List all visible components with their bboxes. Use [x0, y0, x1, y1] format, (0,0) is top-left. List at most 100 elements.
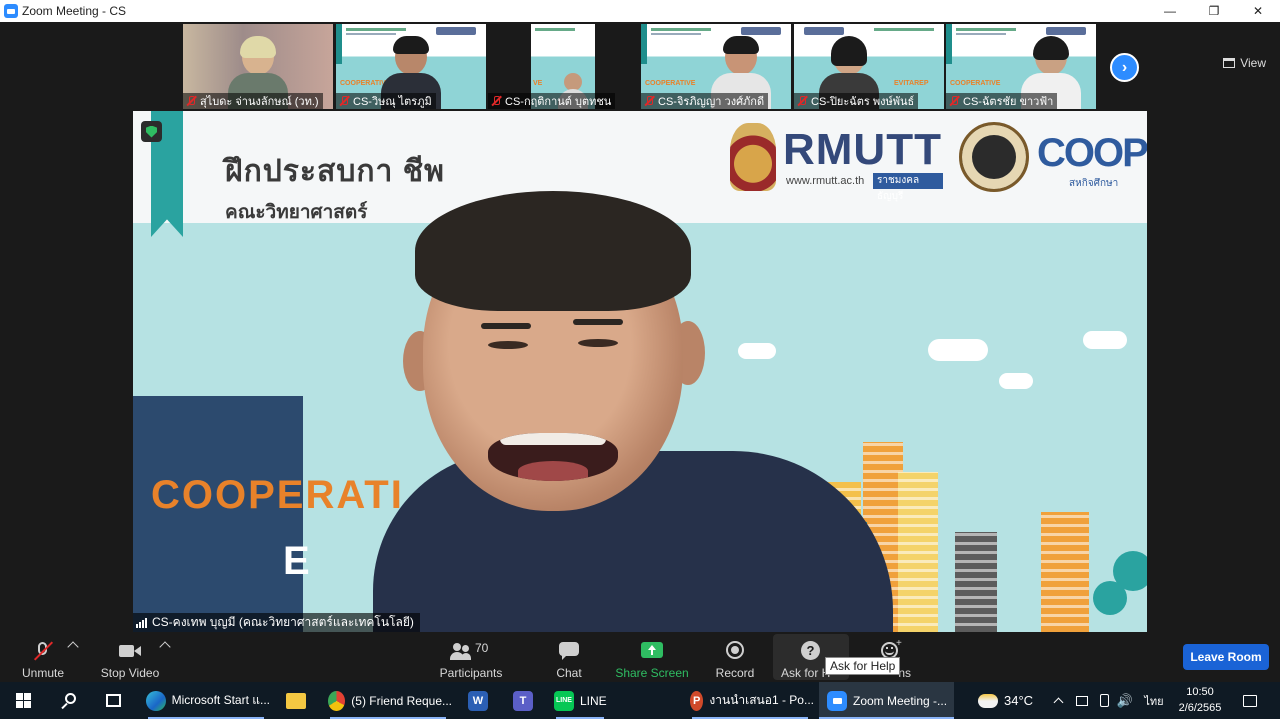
record-icon — [724, 641, 746, 661]
video-camera-icon — [119, 641, 141, 661]
taskbar-item-file-explorer[interactable] — [284, 682, 308, 719]
coop-logo: COOP — [1037, 131, 1147, 175]
word-icon: W — [468, 690, 488, 711]
muted-mic-icon — [796, 95, 808, 107]
taskbar-item-line[interactable]: LINE LINE — [550, 682, 610, 719]
active-speaker-video[interactable]: ฝึกประสบกา ชีพ คณะวิทยาศาสตร์ RMUTT www.… — [133, 111, 1147, 632]
help-question-icon: ? — [800, 641, 822, 661]
chrome-icon — [328, 690, 346, 711]
taskbar-item-word[interactable]: W — [466, 682, 490, 719]
participant-nameplate: CS-ปิยะฉัตร พงษ์พันธ์ — [794, 93, 919, 109]
slide-building — [1041, 512, 1089, 632]
teams-icon: T — [513, 690, 533, 711]
record-button[interactable]: Record — [714, 636, 756, 680]
participant-tile[interactable]: COOPERATIVE CS-จิรภิญญา วงศ์ภักดี — [641, 24, 791, 109]
slide-cloud — [999, 373, 1033, 389]
unmute-button[interactable]: Unmute — [20, 636, 66, 680]
windows-taskbar: Microsoft Start แ... (5) Friend Reque...… — [0, 682, 1280, 719]
taskbar-item-edge[interactable]: Microsoft Start แ... — [142, 682, 270, 719]
tray-overflow-button[interactable] — [1051, 682, 1065, 719]
muted-mic-icon — [643, 95, 655, 107]
participant-tile[interactable]: สุไบดะ จ่านงลักษณ์ (วท.) — [183, 24, 333, 109]
slide-building — [955, 532, 997, 632]
clock-time: 10:50 — [1186, 686, 1214, 698]
slide-subtitle: คณะวิทยาศาสตร์ — [225, 202, 368, 223]
minimize-icon: — — [1164, 4, 1176, 18]
window-title: Zoom Meeting - CS — [22, 4, 127, 18]
windows-start-icon — [15, 693, 31, 708]
speaker-volume-icon: 🔊 — [1116, 692, 1134, 708]
network-icon — [1076, 695, 1088, 706]
notification-icon — [1243, 694, 1257, 707]
participant-tile[interactable]: COOPERATIVE CS-วิษณุ ไตรภูมิ — [336, 24, 486, 109]
restore-icon: ❐ — [1208, 4, 1220, 18]
participants-icon: 70 — [449, 641, 493, 661]
share-screen-icon — [641, 641, 663, 661]
next-page-button[interactable]: › — [1110, 53, 1139, 82]
chevron-up-icon — [1053, 697, 1063, 708]
ask-for-help-tooltip: Ask for Help — [825, 657, 901, 675]
participant-nameplate: CS-วิษณุ ไตรภูมิ — [336, 93, 436, 109]
slide-tree — [1093, 581, 1127, 615]
participant-nameplate: สุไบดะ จ่านงลักษณ์ (วท.) — [183, 93, 323, 109]
signal-bars-icon — [136, 617, 148, 628]
zoom-window: Zoom Meeting - CS — ❐ ✕ สุไบดะ จ่านงลักษ… — [0, 0, 1280, 719]
title-bar: Zoom Meeting - CS — ❐ ✕ — [0, 0, 1280, 22]
taskbar-item-chrome[interactable]: (5) Friend Reque... — [324, 682, 452, 719]
tray-language[interactable]: ไทย — [1143, 682, 1165, 719]
folder-icon — [286, 692, 306, 709]
slide-building — [898, 472, 938, 632]
view-grid-icon — [1223, 58, 1236, 68]
tray-volume[interactable]: 🔊 — [1117, 682, 1133, 719]
weather-widget[interactable]: 34°C — [978, 682, 1040, 719]
zoom-app-icon — [4, 4, 18, 18]
slide-cloud — [1083, 331, 1127, 349]
view-button[interactable]: View — [1223, 56, 1266, 70]
edge-icon — [146, 690, 166, 711]
minimize-button[interactable]: — — [1148, 0, 1192, 22]
participant-tile[interactable]: EVITAREP CS-ปิยะฉัตร พงษ์พันธ์ — [794, 24, 944, 109]
leave-room-button[interactable]: Leave Room — [1183, 644, 1269, 670]
close-icon: ✕ — [1252, 4, 1264, 18]
stop-video-button[interactable]: Stop Video — [100, 636, 160, 680]
muted-mic-icon — [338, 95, 350, 107]
task-view-icon — [105, 694, 121, 707]
restore-button[interactable]: ❐ — [1192, 0, 1236, 22]
audio-options-caret[interactable] — [67, 641, 79, 653]
share-screen-button[interactable]: Share Screen — [615, 636, 689, 680]
taskbar-item-powerpoint[interactable]: P งานนำเสนอ1 - Po... — [686, 682, 814, 719]
tray-battery[interactable] — [1096, 682, 1112, 719]
taskbar-item-teams[interactable]: T — [511, 682, 535, 719]
powerpoint-icon: P — [690, 690, 704, 711]
participants-button[interactable]: 70 Participants — [440, 636, 503, 680]
participant-nameplate: CS-จิรภิญญา วงศ์ภักดี — [641, 93, 769, 109]
speaker-person — [353, 151, 893, 632]
taskbar-clock[interactable]: 10:50 2/6/2565 — [1170, 684, 1230, 716]
muted-mic-icon — [948, 95, 960, 107]
participant-tile[interactable]: VE CS-กฤติกานต์ บุตทชน — [488, 24, 638, 109]
taskbar-item-zoom[interactable]: Zoom Meeting -... — [819, 682, 954, 719]
chevron-right-icon: › — [1121, 58, 1128, 76]
slide-cloud — [928, 339, 988, 361]
participant-nameplate: CS-กฤติกานต์ บุตทชน — [488, 93, 616, 109]
action-center-button[interactable] — [1240, 682, 1260, 719]
video-options-caret[interactable] — [159, 641, 171, 653]
participant-tile[interactable]: COOPERATIVE CS-ฉัตรชัย ขาวฟ้า — [946, 24, 1096, 109]
clock-date: 2/6/2565 — [1178, 702, 1222, 714]
weather-cloud-icon — [978, 693, 998, 708]
close-button[interactable]: ✕ — [1236, 0, 1280, 22]
encryption-shield-icon[interactable] — [141, 121, 162, 142]
search-button[interactable] — [58, 682, 80, 719]
meeting-toolbar: Unmute Stop Video 70 Participants Chat S… — [0, 632, 1280, 682]
line-icon: LINE — [554, 690, 574, 711]
chat-button[interactable]: Chat — [550, 636, 588, 680]
coop-logo-subtitle: สหกิจศึกษา — [1069, 178, 1119, 189]
gallery-strip: สุไบดะ จ่านงลักษณ์ (วท.) COOPERATIVE CS-… — [0, 22, 1280, 110]
tray-network[interactable] — [1074, 682, 1090, 719]
faculty-seal-logo — [959, 122, 1029, 192]
participant-nameplate: CS-ฉัตรชัย ขาวฟ้า — [946, 93, 1058, 109]
task-view-button[interactable] — [102, 682, 124, 719]
start-button[interactable] — [12, 682, 34, 719]
zoom-icon — [827, 690, 847, 711]
participants-count: 70 — [475, 641, 489, 655]
